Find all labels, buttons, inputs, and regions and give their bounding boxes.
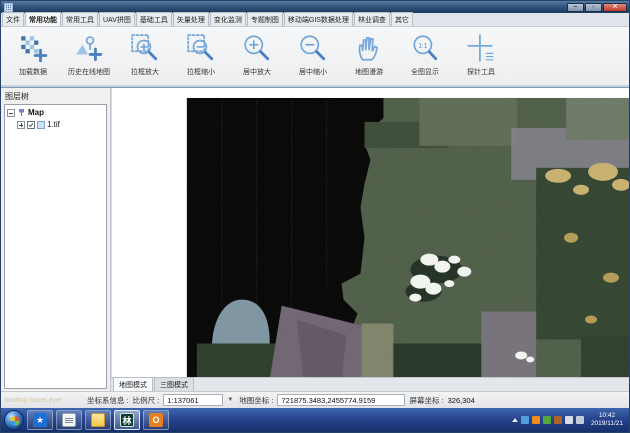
taskbar-clock[interactable]: 10:42 2019/11/21 bbox=[591, 412, 623, 429]
scale-dropdown-icon[interactable]: ▼ bbox=[227, 397, 233, 403]
status-bar: loading baseLayer 坐标系信息 : 比例尺 : 1:137061… bbox=[1, 391, 629, 408]
tray-messenger-icon[interactable] bbox=[521, 416, 529, 424]
network-icon[interactable] bbox=[576, 416, 584, 424]
full-extent-icon: 1:1 bbox=[410, 33, 440, 63]
tray-flag-icon[interactable] bbox=[554, 416, 562, 424]
map-mode-tabstrip: 地图模式 三图模式 bbox=[111, 377, 629, 391]
star-app-icon: ★ bbox=[33, 413, 47, 427]
system-tray: 10:42 2019/11/21 bbox=[512, 412, 626, 429]
pushpin-icon bbox=[17, 108, 26, 117]
minimize-button[interactable]: – bbox=[567, 3, 584, 12]
scale-input[interactable]: 1:137061 bbox=[163, 394, 223, 406]
tab-common-tools[interactable]: 常用工具 bbox=[62, 12, 98, 26]
tab-vector-processing[interactable]: 矢量处理 bbox=[173, 12, 209, 26]
center-zoom-in-button[interactable]: 居中放大 bbox=[229, 29, 285, 84]
layer-name: 1.tif bbox=[47, 120, 60, 129]
tab-other[interactable]: 其它 bbox=[391, 12, 413, 26]
tab-forestry-survey[interactable]: 林业调查 bbox=[354, 12, 390, 26]
tab-common-functions[interactable]: 常用功能 bbox=[25, 12, 61, 26]
tab-thematic-mapping[interactable]: 专题制图 bbox=[247, 12, 283, 26]
windows-taskbar: ★ 林 O 10:42 2019/11/21 bbox=[1, 408, 629, 432]
tool-label: 拉框缩小 bbox=[187, 67, 215, 77]
box-zoom-out-button[interactable]: 拉框缩小 bbox=[173, 29, 229, 84]
center-zoom-out-button[interactable]: 居中缩小 bbox=[285, 29, 341, 84]
box-zoom-out-icon bbox=[186, 33, 216, 63]
tab-mobile-gis-data[interactable]: 移动端GIS数据处理 bbox=[284, 12, 353, 26]
taskbar-forestry-app-button[interactable]: 林 bbox=[114, 410, 140, 430]
maximize-button[interactable]: ▫ bbox=[585, 3, 602, 12]
tab-file[interactable]: 文件 bbox=[2, 12, 24, 26]
main-area: 图层树 Map 1.tif bbox=[1, 87, 629, 391]
tray-antivirus-icon[interactable] bbox=[543, 416, 551, 424]
tool-label: 居中放大 bbox=[243, 67, 271, 77]
satellite-mosaic-image bbox=[112, 88, 629, 377]
history-online-map-icon bbox=[74, 33, 104, 63]
crs-label: 坐标系信息 : bbox=[87, 395, 129, 406]
notepad-icon bbox=[62, 413, 76, 427]
taskbar-notepad-button[interactable] bbox=[56, 410, 82, 430]
center-zoom-out-icon bbox=[298, 33, 328, 63]
taskbar-o-app-button[interactable]: O bbox=[143, 410, 169, 430]
history-online-map-button[interactable]: 历史在线地图 bbox=[61, 29, 117, 84]
start-button[interactable] bbox=[4, 410, 24, 430]
layer-tree-title: 图层树 bbox=[1, 88, 110, 104]
pan-map-button[interactable]: 地图漫游 bbox=[341, 29, 397, 84]
o-app-icon: O bbox=[149, 413, 163, 427]
box-zoom-in-icon bbox=[130, 33, 160, 63]
layer-tree-panel: 图层树 Map 1.tif bbox=[1, 88, 111, 391]
load-data-icon bbox=[18, 33, 48, 63]
map-coord-value: 721875.3483,2455774.9159 bbox=[277, 394, 405, 406]
tool-label: 加载数据 bbox=[19, 67, 47, 77]
map-view[interactable] bbox=[111, 88, 629, 377]
map-mode-tab[interactable]: 地图模式 bbox=[113, 377, 153, 391]
volume-icon[interactable] bbox=[565, 416, 573, 424]
tray-input-method-icon[interactable] bbox=[532, 416, 540, 424]
toolbar: 加载数据 历史在线地图 拉框放大 拉框缩小 bbox=[1, 27, 629, 87]
application-window: – ▫ ✕ 文件 常用功能 常用工具 UAV拼图 基础工具 矢量处理 变化监测 … bbox=[0, 0, 630, 433]
map-coord-label: 地图坐标 : bbox=[239, 395, 273, 406]
layer-checkbox[interactable] bbox=[27, 121, 35, 129]
tree-node-map[interactable]: Map bbox=[7, 108, 104, 117]
tool-label: 历史在线地图 bbox=[68, 67, 110, 77]
probe-tool-icon bbox=[466, 33, 496, 63]
layer-tree[interactable]: Map 1.tif bbox=[4, 104, 107, 389]
taskbar-messenger-button[interactable]: ★ bbox=[27, 410, 53, 430]
expand-icon[interactable] bbox=[17, 121, 25, 129]
map-column: 地图模式 三图模式 bbox=[111, 88, 629, 391]
raster-layer-icon bbox=[37, 121, 45, 129]
tool-label: 探针工具 bbox=[467, 67, 495, 77]
tab-uav-mosaic[interactable]: UAV拼图 bbox=[99, 12, 135, 26]
clock-time: 10:42 bbox=[591, 412, 623, 420]
collapse-icon[interactable] bbox=[7, 109, 15, 117]
taskbar-explorer-button[interactable] bbox=[85, 410, 111, 430]
probe-tool-button[interactable]: 探针工具 bbox=[453, 29, 509, 84]
hidden-icons-arrow[interactable] bbox=[512, 418, 518, 422]
tool-label: 地图漫游 bbox=[355, 67, 383, 77]
clock-date: 2019/11/21 bbox=[591, 420, 623, 428]
pan-hand-icon bbox=[354, 33, 384, 63]
center-zoom-in-icon bbox=[242, 33, 272, 63]
tree-node-layer[interactable]: 1.tif bbox=[17, 120, 104, 129]
forestry-app-icon: 林 bbox=[120, 413, 134, 427]
screen-coord-value: 326,304 bbox=[448, 396, 498, 405]
box-zoom-in-button[interactable]: 拉框放大 bbox=[117, 29, 173, 84]
load-data-button[interactable]: 加载数据 bbox=[5, 29, 61, 84]
tool-label: 居中缩小 bbox=[299, 67, 327, 77]
screen-coord-label: 屏幕坐标 : bbox=[409, 395, 443, 406]
tab-basic-tools[interactable]: 基础工具 bbox=[136, 12, 172, 26]
ribbon-tabstrip: 文件 常用功能 常用工具 UAV拼图 基础工具 矢量处理 变化监测 专题制图 移… bbox=[1, 13, 629, 27]
svg-text:1:1: 1:1 bbox=[418, 42, 427, 49]
full-extent-button[interactable]: 1:1 全图显示 bbox=[397, 29, 453, 84]
tree-node-label: Map bbox=[28, 108, 44, 117]
status-left-note: loading baseLayer bbox=[5, 397, 83, 404]
folder-icon bbox=[91, 413, 105, 427]
tool-label: 全图显示 bbox=[411, 67, 439, 77]
scale-label: 比例尺 : bbox=[133, 395, 160, 406]
close-button[interactable]: ✕ bbox=[603, 3, 627, 12]
tab-change-monitoring[interactable]: 变化监测 bbox=[210, 12, 246, 26]
three-view-mode-tab[interactable]: 三图模式 bbox=[154, 377, 194, 391]
app-grid-icon bbox=[4, 3, 13, 12]
tool-label: 拉框放大 bbox=[131, 67, 159, 77]
